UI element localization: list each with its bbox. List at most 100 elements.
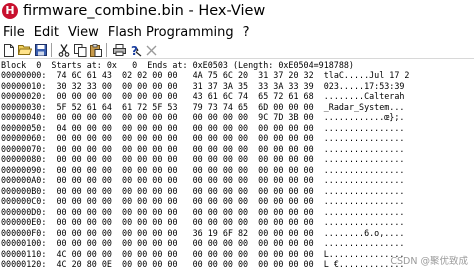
hex-address: 00000080:: [1, 154, 47, 164]
copy-icon: [73, 43, 86, 57]
hex-address: 00000070:: [1, 143, 47, 154]
hex-row[interactable]: 00000090: 00 00 00 00 00 00 00 00 00 00 …: [1, 165, 404, 175]
hex-ascii[interactable]: ................: [324, 207, 405, 217]
hex-address: 00000090:: [1, 164, 47, 175]
hex-row[interactable]: 00000010: 30 32 33 00 00 00 00 00 31 37 …: [1, 81, 404, 91]
open-button[interactable]: [18, 43, 32, 57]
hex-row[interactable]: 000000A0: 00 00 00 00 00 00 00 00 00 00 …: [1, 175, 404, 185]
hex-bytes[interactable]: 00 00 00 00 00 00 00 00 00 00 00 00 00 0…: [56, 207, 313, 217]
window-title: firmware_combine.bin - Hex-View: [23, 3, 266, 19]
hex-bytes[interactable]: 4C 00 00 00 00 00 00 00 00 00 00 00 00 0…: [56, 249, 313, 259]
hex-ascii[interactable]: _Radar_System...: [324, 102, 405, 112]
menu-bar: File Edit View Flash Programming ?: [0, 23, 474, 41]
print-icon: [112, 44, 126, 56]
hex-bytes[interactable]: 4C 20 80 0E 00 00 00 00 00 00 00 00 00 0…: [56, 259, 313, 269]
hex-row[interactable]: 000000D0: 00 00 00 00 00 00 00 00 00 00 …: [1, 207, 404, 217]
print-button[interactable]: [112, 43, 126, 57]
hex-row[interactable]: 000000B0: 00 00 00 00 00 00 00 00 00 00 …: [1, 186, 404, 196]
copy-button[interactable]: [73, 43, 87, 57]
hex-row[interactable]: 00000050: 04 00 00 00 00 00 00 00 00 00 …: [1, 123, 404, 133]
hex-bytes[interactable]: 00 00 00 00 00 00 00 00 00 00 00 00 00 0…: [56, 196, 313, 206]
hex-bytes[interactable]: 00 00 00 00 00 00 00 00 43 61 6C 74 65 7…: [56, 91, 313, 101]
hex-row[interactable]: 00000100: 00 00 00 00 00 00 00 00 00 00 …: [1, 238, 404, 248]
watermark: CSDN @聚优致成: [390, 256, 468, 267]
hex-address: 000000B0:: [1, 185, 47, 196]
hex-bytes[interactable]: 00 00 00 00 00 00 00 00 00 00 00 00 00 0…: [56, 238, 313, 248]
hex-ascii[interactable]: ................: [324, 186, 405, 196]
hex-row[interactable]: 00000110: 4C 00 00 00 00 00 00 00 00 00 …: [1, 249, 404, 259]
hex-bytes[interactable]: 74 6C 61 43 02 02 00 00 4A 75 6C 20 31 3…: [56, 70, 313, 80]
hex-address: 00000110:: [1, 248, 47, 259]
hex-bytes[interactable]: 00 00 00 00 00 00 00 00 36 19 6F 82 00 0…: [56, 228, 313, 238]
hex-ascii[interactable]: ................: [324, 123, 405, 133]
hex-bytes[interactable]: 00 00 00 00 00 00 00 00 00 00 00 00 00 0…: [56, 217, 313, 227]
help-button[interactable]: ?: [128, 43, 142, 57]
menu-flash-programming[interactable]: Flash Programming: [108, 25, 234, 40]
hex-ascii[interactable]: ........6.o‚....: [324, 228, 405, 238]
new-button[interactable]: [2, 43, 16, 57]
hex-bytes[interactable]: 00 00 00 00 00 00 00 00 00 00 00 00 00 0…: [56, 175, 313, 185]
hex-bytes[interactable]: 00 00 00 00 00 00 00 00 00 00 00 00 00 0…: [56, 165, 313, 175]
hex-address: 00000020:: [1, 91, 47, 101]
hex-ascii[interactable]: ................: [324, 144, 405, 154]
hex-ascii[interactable]: ............œ};.: [324, 112, 405, 122]
hex-row[interactable]: 00000000: 74 6C 61 43 02 02 00 00 4A 75 …: [1, 70, 409, 80]
hex-ascii[interactable]: ................: [324, 154, 405, 164]
hex-row[interactable]: 000000C0: 00 00 00 00 00 00 00 00 00 00 …: [1, 196, 404, 206]
menu-view[interactable]: View: [68, 25, 99, 40]
app-logo-icon: H: [2, 3, 18, 19]
hex-address: 000000D0:: [1, 206, 47, 217]
hex-row[interactable]: 00000120: 4C 20 80 0E 00 00 00 00 00 00 …: [1, 259, 404, 269]
paste-button[interactable]: [89, 43, 103, 57]
help-icon: ?: [131, 44, 141, 57]
toolbar: ?: [0, 42, 474, 59]
hex-row[interactable]: 00000060: 00 00 00 00 00 00 00 00 00 00 …: [1, 133, 404, 143]
hex-ascii[interactable]: ........Calterah: [324, 91, 405, 101]
hex-bytes[interactable]: 00 00 00 00 00 00 00 00 00 00 00 00 00 0…: [56, 154, 313, 164]
hex-ascii[interactable]: tlaC.....Jul 17 2: [324, 70, 410, 80]
menu-edit[interactable]: Edit: [34, 25, 59, 40]
hex-ascii[interactable]: ................: [324, 238, 405, 248]
hex-row[interactable]: 000000E0: 00 00 00 00 00 00 00 00 00 00 …: [1, 217, 404, 227]
hex-address: 00000040:: [1, 112, 47, 122]
menu-help[interactable]: ?: [243, 25, 250, 40]
hex-bytes[interactable]: 00 00 00 00 00 00 00 00 00 00 00 00 00 0…: [56, 186, 313, 196]
hex-bytes[interactable]: 04 00 00 00 00 00 00 00 00 00 00 00 00 0…: [56, 123, 313, 133]
hex-ascii[interactable]: ................: [324, 196, 405, 206]
title-bar: H firmware_combine.bin - Hex-View: [0, 0, 474, 22]
hex-address: 000000C0:: [1, 196, 47, 206]
save-button[interactable]: [34, 43, 48, 57]
hex-row[interactable]: 00000030: 5F 52 61 64 61 72 5F 53 79 73 …: [1, 102, 404, 112]
hex-address: 000000A0:: [1, 175, 47, 185]
hex-row[interactable]: 00000020: 00 00 00 00 00 00 00 00 43 61 …: [1, 91, 404, 101]
close-button[interactable]: [144, 43, 158, 57]
hex-address: 000000F0:: [1, 227, 47, 238]
hex-ascii[interactable]: ................: [324, 217, 405, 227]
hex-row[interactable]: 00000080: 00 00 00 00 00 00 00 00 00 00 …: [1, 154, 404, 164]
open-icon: [18, 45, 32, 55]
hex-ascii[interactable]: 023.....17:53:39: [324, 81, 405, 91]
hex-address: 00000050:: [1, 122, 47, 133]
block-header: Block 0 Starts at: 0x 0 Ends at: 0xE0503…: [1, 60, 354, 70]
hex-bytes[interactable]: 00 00 00 00 00 00 00 00 00 00 00 00 9C 7…: [56, 112, 313, 122]
hex-row[interactable]: 00000040: 00 00 00 00 00 00 00 00 00 00 …: [1, 112, 404, 122]
hex-bytes[interactable]: 30 32 33 00 00 00 00 00 31 37 3A 35 33 3…: [56, 81, 313, 91]
menu-file[interactable]: File: [3, 25, 25, 40]
hex-row[interactable]: 00000070: 00 00 00 00 00 00 00 00 00 00 …: [1, 144, 404, 154]
cut-button[interactable]: [57, 43, 71, 57]
hex-address: 00000030:: [1, 101, 47, 112]
hex-bytes[interactable]: 00 00 00 00 00 00 00 00 00 00 00 00 00 0…: [56, 144, 313, 154]
hex-bytes[interactable]: 00 00 00 00 00 00 00 00 00 00 00 00 00 0…: [56, 133, 313, 143]
hex-address: 00000010:: [1, 80, 47, 91]
hex-address: 00000120:: [1, 259, 47, 269]
hex-ascii[interactable]: ................: [324, 133, 405, 143]
toolbar-separator: [51, 43, 52, 57]
hex-address: 000000E0:: [1, 217, 47, 227]
hex-view-pane[interactable]: Block 0 Starts at: 0x 0 Ends at: 0xE0503…: [0, 60, 474, 269]
hex-ascii[interactable]: ................: [324, 175, 405, 185]
new-icon: [4, 43, 14, 57]
hex-ascii[interactable]: ................: [324, 165, 405, 175]
paste-icon: [90, 43, 102, 57]
hex-bytes[interactable]: 5F 52 61 64 61 72 5F 53 79 73 74 65 6D 0…: [56, 102, 313, 112]
hex-row[interactable]: 000000F0: 00 00 00 00 00 00 00 00 36 19 …: [1, 228, 404, 238]
